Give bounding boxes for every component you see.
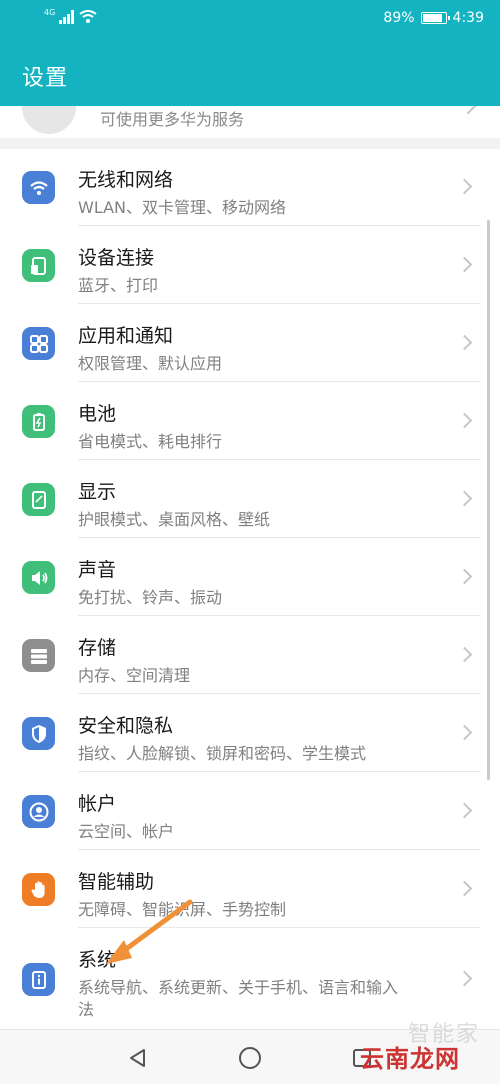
divider: [78, 771, 480, 772]
item-title: 应用和通知: [78, 325, 174, 347]
divider: [78, 849, 480, 850]
apps-icon: [22, 327, 55, 360]
chevron-right-icon: [456, 646, 473, 663]
chevron-right-icon: [456, 412, 473, 429]
divider: [78, 459, 480, 460]
item-subtitle: 指纹、人脸解锁、锁屏和密码、学生模式: [78, 744, 367, 763]
chevron-right-icon: [456, 256, 473, 273]
item-subtitle: 省电模式、耗电排行: [78, 432, 223, 451]
wifi-icon: [22, 171, 55, 204]
settings-item-sound[interactable]: 声音 免打扰、铃声、振动: [0, 539, 500, 616]
sound-icon: [22, 561, 55, 594]
home-icon[interactable]: [238, 1046, 262, 1070]
avatar: [22, 106, 76, 134]
status-left: 4G: [44, 7, 97, 24]
item-title: 安全和隐私: [78, 715, 174, 737]
account-icon: [22, 795, 55, 828]
settings-list: 无线和网络 WLAN、双卡管理、移动网络 设备连接 蓝牙、打印 应用和通知 权限…: [0, 149, 500, 1029]
divider: [78, 381, 480, 382]
item-title: 声音: [78, 559, 117, 581]
clock: 4:39: [452, 10, 484, 26]
item-subtitle: 云空间、帐户: [78, 822, 175, 841]
settings-item-security-privacy[interactable]: 安全和隐私 指纹、人脸解锁、锁屏和密码、学生模式: [0, 695, 500, 772]
settings-item-device-connection[interactable]: 设备连接 蓝牙、打印: [0, 227, 500, 304]
battery-icon: [22, 405, 55, 438]
item-subtitle: 内存、空间清理: [78, 666, 191, 685]
settings-item-storage[interactable]: 存储 内存、空间清理: [0, 617, 500, 694]
settings-item-smart-assistance[interactable]: 智能辅助 无障碍、智能识屏、手势控制: [0, 851, 500, 928]
page-title: 设置: [22, 66, 69, 91]
chevron-right-icon: [456, 568, 473, 585]
status-bar: 4G 89% 4:39: [0, 0, 500, 40]
item-title: 电池: [78, 403, 117, 425]
signal-icon: [59, 10, 75, 24]
network-type: 4G: [44, 7, 56, 17]
device-connection-icon: [22, 249, 55, 282]
divider: [78, 615, 480, 616]
watermark: 云南龙网: [360, 1045, 460, 1073]
settings-item-apps-notifications[interactable]: 应用和通知 权限管理、默认应用: [0, 305, 500, 382]
item-subtitle: 权限管理、默认应用: [78, 354, 223, 373]
item-title: 帐户: [78, 793, 117, 815]
chevron-right-icon: [456, 880, 473, 897]
settings-item-display[interactable]: 显示 护眼模式、桌面风格、壁纸: [0, 461, 500, 538]
status-right: 89% 4:39: [383, 10, 484, 26]
shield-icon: [22, 717, 55, 750]
chevron-right-icon: [456, 334, 473, 351]
divider: [78, 693, 480, 694]
divider: [78, 225, 480, 226]
item-subtitle: 蓝牙、打印: [78, 276, 159, 295]
wifi-status-icon: [79, 10, 97, 23]
divider: [78, 927, 480, 928]
chevron-right-icon: [456, 802, 473, 819]
item-subtitle: 系统导航、系统更新、关于手机、语言和输入: [78, 978, 399, 997]
chevron-right-icon: [459, 106, 477, 115]
battery-status-icon: [420, 12, 450, 24]
item-title: 设备连接: [78, 247, 155, 269]
divider: [78, 537, 480, 538]
item-title: 无线和网络: [78, 169, 174, 191]
item-title: 显示: [78, 481, 117, 503]
chevron-right-icon: [456, 490, 473, 507]
settings-item-system[interactable]: 系统 系统导航、系统更新、关于手机、语言和输入 法: [0, 929, 500, 1029]
item-title: 存储: [78, 637, 117, 659]
back-icon[interactable]: [126, 1046, 150, 1070]
item-subtitle: 护眼模式、桌面风格、壁纸: [78, 510, 271, 529]
chevron-right-icon: [456, 970, 473, 987]
chevron-right-icon: [456, 724, 473, 741]
storage-icon: [22, 639, 55, 672]
system-info-icon: [22, 963, 55, 996]
scrollbar[interactable]: [487, 220, 490, 780]
chevron-right-icon: [456, 178, 473, 195]
item-title: 智能辅助: [78, 871, 155, 893]
settings-item-battery[interactable]: 电池 省电模式、耗电排行: [0, 383, 500, 460]
item-title: 系统: [78, 949, 117, 971]
settings-item-accounts[interactable]: 帐户 云空间、帐户: [0, 773, 500, 850]
item-subtitle-continued: 法: [78, 1000, 95, 1019]
account-subtitle: 可使用更多华为服务: [100, 110, 245, 129]
item-subtitle: WLAN、双卡管理、移动网络: [78, 198, 287, 217]
battery-percent: 89%: [383, 10, 415, 26]
divider: [78, 303, 480, 304]
item-subtitle: 免打扰、铃声、振动: [78, 588, 223, 607]
app-header: 4G 89% 4:39 设置: [0, 0, 500, 106]
item-subtitle: 无障碍、智能识屏、手势控制: [78, 900, 287, 919]
settings-item-wireless-network[interactable]: 无线和网络 WLAN、双卡管理、移动网络: [0, 149, 500, 226]
huawei-account-entry[interactable]: 可使用更多华为服务: [0, 106, 500, 138]
display-icon: [22, 483, 55, 516]
hand-icon: [22, 873, 55, 906]
